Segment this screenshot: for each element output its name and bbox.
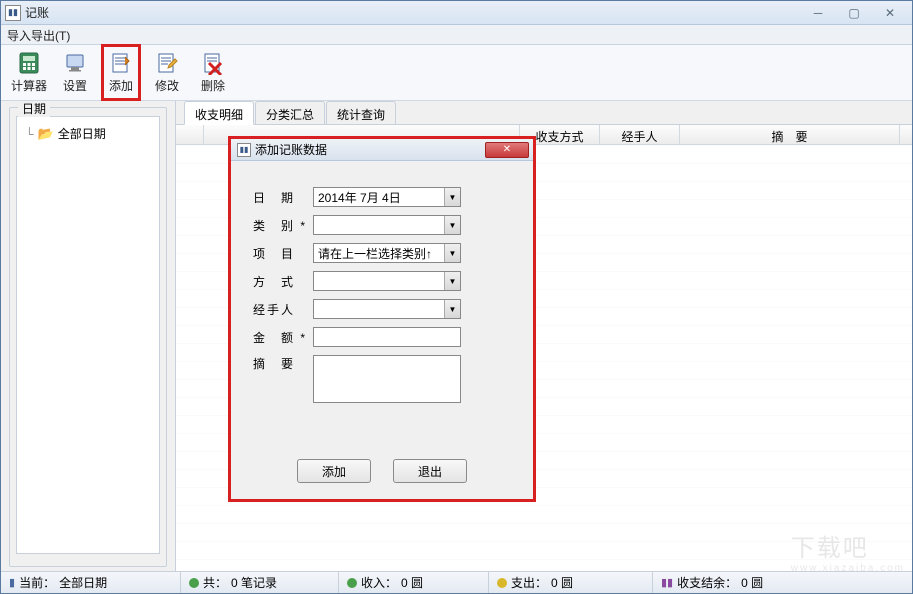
settings-button[interactable]: 设置 — [55, 49, 95, 96]
tree-connector: └ — [25, 127, 34, 141]
dialog-buttons: 添加 退出 — [231, 451, 533, 499]
tabs: 收支明细 分类汇总 统计查询 — [176, 101, 912, 125]
calculator-button[interactable]: 计算器 — [9, 49, 49, 96]
project-field[interactable]: ▼ — [313, 243, 461, 263]
category-field[interactable]: ▼ — [313, 215, 461, 235]
tab-stats[interactable]: 统计查询 — [326, 101, 396, 124]
dialog-titlebar: ▮▮ 添加记账数据 ✕ — [231, 139, 533, 161]
category-input[interactable] — [313, 215, 461, 235]
settings-icon — [63, 51, 87, 75]
dot-icon — [347, 578, 357, 588]
method-field[interactable]: ▼ — [313, 271, 461, 291]
edit-icon — [155, 51, 179, 75]
date-input[interactable] — [313, 187, 461, 207]
menubar: 导入导出(T) — [1, 25, 912, 45]
row-amount: 金 额 * — [253, 327, 511, 347]
status-income: 收入： 0 圆 — [339, 572, 489, 593]
amount-input[interactable] — [313, 327, 461, 347]
chevron-down-icon[interactable]: ▼ — [444, 300, 460, 318]
dot-icon — [497, 578, 507, 588]
row-handler: 经手人 ▼ — [253, 299, 511, 319]
method-label: 方 式 — [253, 273, 313, 290]
window-title: 记账 — [25, 4, 806, 21]
add-icon — [109, 51, 133, 75]
add-button[interactable]: 添加 — [101, 44, 141, 101]
row-summary: 摘 要 — [253, 355, 511, 403]
project-label: 项 目 — [253, 245, 313, 262]
row-date: 日 期 ▼ — [253, 187, 511, 207]
status-expense: 支出： 0 圆 — [489, 572, 653, 593]
status-balance: ▮▮ 收支结余： 0 圆 — [653, 572, 912, 593]
col-summary[interactable]: 摘 要 — [680, 125, 900, 144]
row-method: 方 式 ▼ — [253, 271, 511, 291]
summary-label: 摘 要 — [253, 355, 313, 372]
maximize-button[interactable]: ▢ — [842, 6, 866, 20]
delete-icon — [201, 51, 225, 75]
method-input[interactable] — [313, 271, 461, 291]
date-panel: 日期 └ 📂 全部日期 — [9, 107, 167, 567]
window-controls: ─ ▢ ✕ — [806, 6, 902, 20]
col-handler[interactable]: 经手人 — [600, 125, 680, 144]
delete-button[interactable]: 删除 — [193, 49, 233, 96]
left-panel: 日期 └ 📂 全部日期 — [1, 101, 176, 571]
chevron-down-icon[interactable]: ▼ — [444, 188, 460, 206]
chevron-down-icon[interactable]: ▼ — [444, 272, 460, 290]
tab-category[interactable]: 分类汇总 — [255, 101, 325, 124]
balance-icon: ▮▮ — [661, 576, 673, 589]
dialog-icon: ▮▮ — [237, 143, 251, 157]
statusbar: ▮ 当前： 全部日期 共： 0 笔记录 收入： 0 圆 支出： 0 圆 ▮▮ 收… — [1, 571, 912, 593]
titlebar: ▮▮ 记账 ─ ▢ ✕ — [1, 1, 912, 25]
panel-title: 日期 — [18, 101, 50, 117]
dialog-add-button[interactable]: 添加 — [297, 459, 371, 483]
folder-icon: 📂 — [38, 126, 54, 142]
dialog-close-button[interactable]: ✕ — [485, 142, 529, 158]
tree-item-label: 全部日期 — [58, 125, 106, 142]
toolbar: 计算器 设置 添加 修改 删除 — [1, 45, 912, 101]
project-input[interactable] — [313, 243, 461, 263]
dialog-exit-button[interactable]: 退出 — [393, 459, 467, 483]
handler-label: 经手人 — [253, 301, 313, 318]
dot-icon — [189, 578, 199, 588]
status-current: ▮ 当前： 全部日期 — [1, 572, 181, 593]
tree-item-all-dates[interactable]: └ 📂 全部日期 — [23, 123, 153, 144]
handler-input[interactable] — [313, 299, 461, 319]
calculator-icon — [17, 51, 41, 75]
add-record-dialog: ▮▮ 添加记账数据 ✕ 日 期 ▼ 类 别 * ▼ 项 目 ▼ — [228, 136, 536, 502]
menu-import-export[interactable]: 导入导出(T) — [7, 29, 70, 43]
row-category: 类 别 * ▼ — [253, 215, 511, 235]
status-count: 共： 0 笔记录 — [181, 572, 339, 593]
minimize-button[interactable]: ─ — [806, 6, 830, 20]
dialog-title: 添加记账数据 — [255, 141, 485, 158]
chevron-down-icon[interactable]: ▼ — [444, 244, 460, 262]
status-icon: ▮ — [9, 576, 15, 589]
dialog-body: 日 期 ▼ 类 别 * ▼ 项 目 ▼ 方 式 ▼ — [231, 161, 533, 451]
summary-input[interactable] — [313, 355, 461, 403]
close-button[interactable]: ✕ — [878, 6, 902, 20]
amount-label: 金 额 * — [253, 329, 313, 346]
date-label: 日 期 — [253, 189, 313, 206]
tab-detail[interactable]: 收支明细 — [184, 101, 254, 125]
app-icon: ▮▮ — [5, 5, 21, 21]
col-rownum — [176, 125, 204, 144]
handler-field[interactable]: ▼ — [313, 299, 461, 319]
chevron-down-icon[interactable]: ▼ — [444, 216, 460, 234]
date-tree: └ 📂 全部日期 — [16, 116, 160, 554]
edit-button[interactable]: 修改 — [147, 49, 187, 96]
category-label: 类 别 * — [253, 217, 313, 234]
row-project: 项 目 ▼ — [253, 243, 511, 263]
date-field[interactable]: ▼ — [313, 187, 461, 207]
